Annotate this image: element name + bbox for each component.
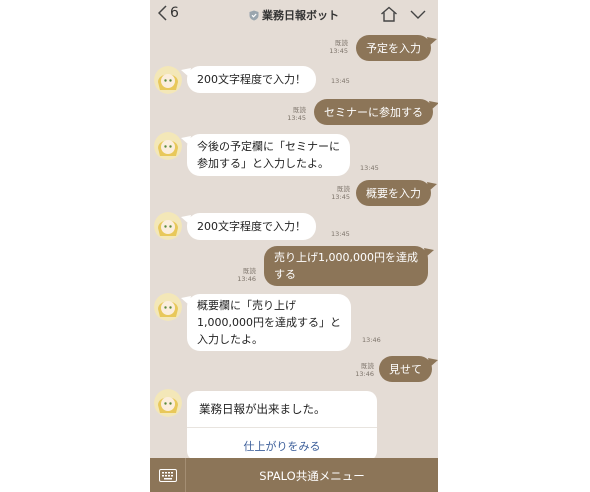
message-time: 13:45: [331, 77, 350, 85]
chevron-down-icon[interactable]: [410, 10, 426, 20]
report-card: 業務日報が出来ました。 仕上がりをみる: [187, 391, 377, 461]
home-icon[interactable]: [380, 6, 398, 22]
shield-icon: [249, 10, 259, 21]
message-time: 13:46: [362, 336, 381, 344]
read-status: 既読 13:46: [355, 362, 374, 378]
rich-menu-bar: SPALO共通メニュー: [150, 458, 438, 492]
card-divider: [187, 427, 377, 428]
rich-menu-label[interactable]: SPALO共通メニュー: [186, 468, 438, 484]
user-bubble: 売り上げ1,000,000円を達成 する: [264, 246, 434, 286]
read-status: 既読 13:45: [329, 39, 348, 55]
view-result-link[interactable]: 仕上がりをみる: [187, 438, 377, 454]
read-status: 既読 13:46: [237, 267, 256, 283]
read-status: 既読 13:45: [331, 185, 350, 201]
bot-avatar[interactable]: [154, 212, 182, 240]
message-time: 13:45: [360, 164, 379, 172]
user-bubble: 予定を入力: [356, 35, 437, 61]
bot-bubble: 200文字程度で入力！: [181, 213, 316, 240]
message-time: 13:45: [331, 230, 350, 238]
keyboard-toggle-button[interactable]: [150, 458, 186, 492]
user-bubble: 概要を入力: [356, 180, 437, 206]
bot-bubble: 概要欄に「売り上げ 1,000,000円を達成する」と 入力したよ。: [181, 294, 351, 351]
bot-avatar[interactable]: [154, 389, 182, 417]
chat-screen: 6 業務日報ボット 既読 13:45 予定を入力 200文字程度で入力！ 13:…: [150, 0, 438, 492]
user-bubble: 見せて: [379, 356, 438, 382]
bot-bubble: 今後の予定欄に「セミナーに 参加する」と入力したよ。: [181, 134, 350, 176]
keyboard-icon: [158, 468, 177, 482]
read-status: 既読 13:45: [287, 106, 306, 122]
bot-bubble: 200文字程度で入力！: [181, 66, 316, 93]
bot-avatar[interactable]: [154, 66, 182, 94]
chat-title-text: 業務日報ボット: [262, 9, 339, 22]
user-bubble: セミナーに参加する: [314, 99, 438, 125]
bot-avatar[interactable]: [154, 293, 182, 321]
bot-avatar[interactable]: [154, 132, 182, 160]
chat-header: 6 業務日報ボット: [150, 0, 438, 32]
card-title: 業務日報が出来ました。: [199, 402, 326, 416]
